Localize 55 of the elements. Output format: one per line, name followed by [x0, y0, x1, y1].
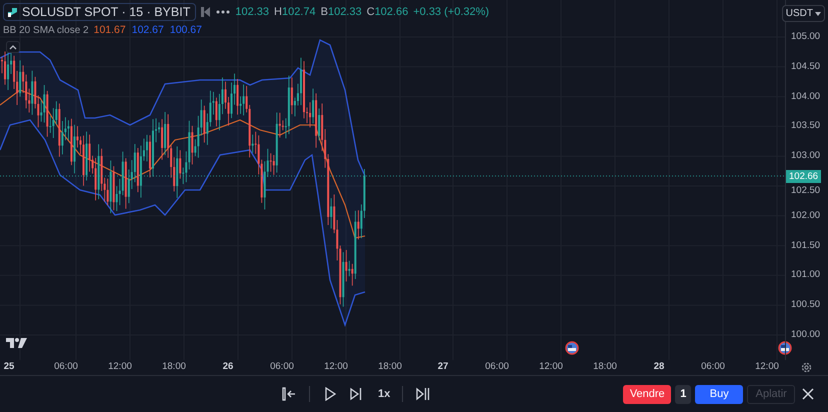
tradingview-logo-icon[interactable] — [6, 337, 28, 349]
price-label: 103.50 — [791, 120, 820, 132]
price-label: 100.00 — [791, 329, 820, 340]
indicator-value: 102.67 — [132, 24, 164, 36]
jump-to-end-icon[interactable] — [415, 386, 432, 402]
ohlc-value: H102.74 — [274, 6, 316, 18]
time-label: 26 — [222, 361, 234, 373]
flag-icon[interactable] — [778, 341, 792, 355]
time-label: 18:00 — [593, 361, 617, 373]
currency-dropdown[interactable]: USDT — [782, 5, 825, 22]
ohlc-value: B102.33 — [320, 6, 362, 18]
time-label: 12:00 — [539, 361, 563, 373]
chevron-up-icon — [9, 44, 17, 50]
time-label: 12:00 — [108, 361, 132, 373]
price-label: 105.00 — [791, 31, 820, 42]
time-label: 25 — [4, 361, 14, 373]
close-icon[interactable] — [802, 388, 814, 400]
settings-icon[interactable] — [801, 362, 812, 373]
symbol-button[interactable]: SOLUSDT SPOT · 15 · BYBIT — [3, 3, 196, 21]
indicator-value: 100.67 — [170, 24, 202, 36]
time-label: 18:00 — [162, 361, 186, 373]
time-label: 06:00 — [485, 361, 509, 373]
flag-icon[interactable] — [565, 341, 579, 355]
speed-button[interactable]: 1x — [378, 388, 390, 400]
caret-down-icon — [815, 12, 821, 16]
exchange-logo-icon — [7, 6, 18, 18]
indicator-name[interactable]: BB 20 SMA close 2 — [3, 24, 89, 36]
time-label: 06:00 — [701, 361, 725, 373]
step-forward-icon[interactable] — [348, 386, 364, 402]
quantity-button[interactable]: 1 — [675, 384, 692, 404]
price-label: 104.50 — [791, 60, 820, 72]
sell-button[interactable]: Vendre — [623, 384, 672, 404]
time-label: 06:00 — [270, 361, 294, 373]
time-label: 27 — [438, 361, 448, 373]
price-label: 102.50 — [791, 185, 820, 196]
price-label: 101.50 — [791, 240, 820, 251]
ohlc-value: 102.33 — [235, 6, 269, 18]
time-label: 28 — [654, 361, 664, 373]
ohlc-value: C102.66 — [366, 6, 408, 18]
price-label: 104.00 — [791, 90, 820, 102]
price-label: 102.00 — [791, 210, 820, 221]
buy-button[interactable]: Buy — [695, 384, 744, 404]
time-label: 06:00 — [54, 361, 78, 373]
collapse-legend-button[interactable] — [6, 41, 20, 53]
indicator-value: 101.67 — [94, 24, 126, 36]
time-label: 12:00 — [755, 361, 779, 373]
price-label: 100.50 — [791, 299, 820, 310]
price-change: +0.33 (+0.32%) — [413, 6, 490, 18]
time-label: 12:00 — [324, 361, 348, 373]
price-label: 101.00 — [791, 269, 820, 280]
price-label: 103.00 — [791, 150, 820, 162]
time-label: 18:00 — [378, 361, 402, 373]
jump-to-start-icon[interactable] — [281, 386, 297, 402]
last-price-label: 102.66 — [786, 170, 822, 183]
more-icon[interactable] — [216, 10, 230, 14]
